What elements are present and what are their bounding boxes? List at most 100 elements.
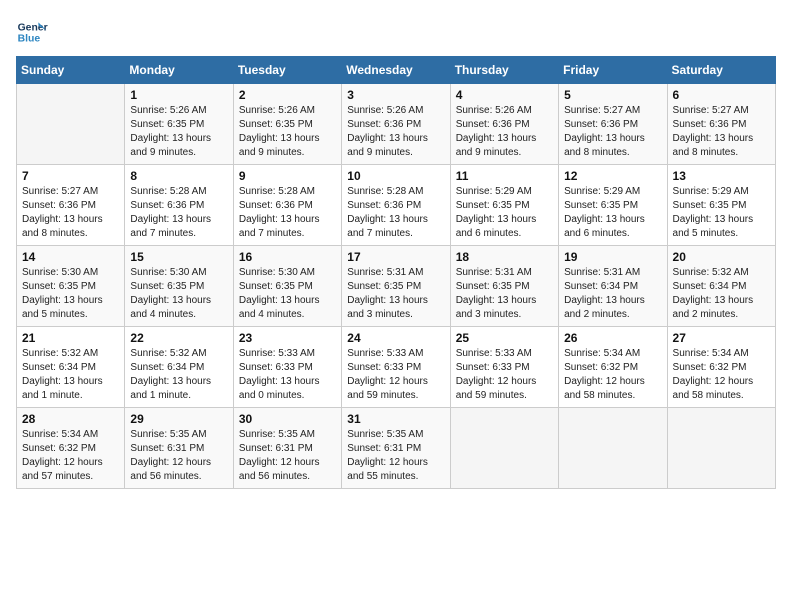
day-info: Sunrise: 5:31 AM Sunset: 6:34 PM Dayligh… (564, 266, 661, 322)
day-info: Sunrise: 5:33 AM Sunset: 6:33 PM Dayligh… (347, 347, 444, 403)
day-info: Sunrise: 5:29 AM Sunset: 6:35 PM Dayligh… (673, 185, 770, 241)
day-number: 29 (130, 412, 227, 426)
day-info: Sunrise: 5:35 AM Sunset: 6:31 PM Dayligh… (347, 428, 444, 484)
calendar-week-row: 28 Sunrise: 5:34 AM Sunset: 6:32 PM Dayli… (17, 408, 776, 489)
calendar-week-row: 7 Sunrise: 5:27 AM Sunset: 6:36 PM Daylig… (17, 165, 776, 246)
calendar-week-row: 14 Sunrise: 5:30 AM Sunset: 6:35 PM Dayli… (17, 246, 776, 327)
calendar-cell: 10 Sunrise: 5:28 AM Sunset: 6:36 PM Dayli… (342, 165, 450, 246)
day-number: 15 (130, 250, 227, 264)
day-number: 23 (239, 331, 336, 345)
calendar-cell: 17 Sunrise: 5:31 AM Sunset: 6:35 PM Dayli… (342, 246, 450, 327)
calendar-cell: 19 Sunrise: 5:31 AM Sunset: 6:34 PM Dayli… (559, 246, 667, 327)
calendar-cell (559, 408, 667, 489)
calendar-header: SundayMondayTuesdayWednesdayThursdayFrid… (17, 57, 776, 84)
day-number: 25 (456, 331, 553, 345)
day-number: 16 (239, 250, 336, 264)
day-number: 18 (456, 250, 553, 264)
day-number: 5 (564, 88, 661, 102)
day-info: Sunrise: 5:32 AM Sunset: 6:34 PM Dayligh… (22, 347, 119, 403)
day-number: 8 (130, 169, 227, 183)
day-number: 21 (22, 331, 119, 345)
day-number: 4 (456, 88, 553, 102)
day-number: 27 (673, 331, 770, 345)
day-number: 24 (347, 331, 444, 345)
day-info: Sunrise: 5:30 AM Sunset: 6:35 PM Dayligh… (22, 266, 119, 322)
day-info: Sunrise: 5:29 AM Sunset: 6:35 PM Dayligh… (456, 185, 553, 241)
day-info: Sunrise: 5:32 AM Sunset: 6:34 PM Dayligh… (673, 266, 770, 322)
day-info: Sunrise: 5:35 AM Sunset: 6:31 PM Dayligh… (239, 428, 336, 484)
calendar-cell (450, 408, 558, 489)
calendar-cell (17, 84, 125, 165)
day-number: 10 (347, 169, 444, 183)
calendar-cell (667, 408, 775, 489)
logo-icon: General Blue (16, 16, 48, 48)
weekday-header: Sunday (17, 57, 125, 84)
weekday-header: Tuesday (233, 57, 341, 84)
day-info: Sunrise: 5:27 AM Sunset: 6:36 PM Dayligh… (22, 185, 119, 241)
day-number: 20 (673, 250, 770, 264)
day-info: Sunrise: 5:27 AM Sunset: 6:36 PM Dayligh… (673, 104, 770, 160)
page-header: General Blue (16, 16, 776, 48)
day-number: 31 (347, 412, 444, 426)
day-info: Sunrise: 5:26 AM Sunset: 6:35 PM Dayligh… (130, 104, 227, 160)
day-info: Sunrise: 5:34 AM Sunset: 6:32 PM Dayligh… (22, 428, 119, 484)
weekday-header: Friday (559, 57, 667, 84)
calendar-cell: 6 Sunrise: 5:27 AM Sunset: 6:36 PM Daylig… (667, 84, 775, 165)
day-number: 6 (673, 88, 770, 102)
calendar-cell: 12 Sunrise: 5:29 AM Sunset: 6:35 PM Dayli… (559, 165, 667, 246)
calendar-cell: 28 Sunrise: 5:34 AM Sunset: 6:32 PM Dayli… (17, 408, 125, 489)
calendar-cell: 5 Sunrise: 5:27 AM Sunset: 6:36 PM Daylig… (559, 84, 667, 165)
day-number: 1 (130, 88, 227, 102)
day-number: 19 (564, 250, 661, 264)
day-number: 30 (239, 412, 336, 426)
day-number: 26 (564, 331, 661, 345)
day-number: 3 (347, 88, 444, 102)
day-info: Sunrise: 5:33 AM Sunset: 6:33 PM Dayligh… (239, 347, 336, 403)
day-info: Sunrise: 5:34 AM Sunset: 6:32 PM Dayligh… (673, 347, 770, 403)
calendar-week-row: 1 Sunrise: 5:26 AM Sunset: 6:35 PM Daylig… (17, 84, 776, 165)
calendar-cell: 27 Sunrise: 5:34 AM Sunset: 6:32 PM Dayli… (667, 327, 775, 408)
calendar-cell: 16Sunrise: 5:30 AM Sunset: 6:35 PM Dayli… (233, 246, 341, 327)
calendar-cell: 31 Sunrise: 5:35 AM Sunset: 6:31 PM Dayli… (342, 408, 450, 489)
calendar-cell: 30 Sunrise: 5:35 AM Sunset: 6:31 PM Dayli… (233, 408, 341, 489)
calendar-cell: 25Sunrise: 5:33 AM Sunset: 6:33 PM Dayli… (450, 327, 558, 408)
calendar-cell: 21 Sunrise: 5:32 AM Sunset: 6:34 PM Dayli… (17, 327, 125, 408)
calendar-cell: 7 Sunrise: 5:27 AM Sunset: 6:36 PM Daylig… (17, 165, 125, 246)
day-info: Sunrise: 5:31 AM Sunset: 6:35 PM Dayligh… (456, 266, 553, 322)
day-number: 12 (564, 169, 661, 183)
calendar-cell: 2Sunrise: 5:26 AM Sunset: 6:35 PM Daylig… (233, 84, 341, 165)
calendar-cell: 9Sunrise: 5:28 AM Sunset: 6:36 PM Daylig… (233, 165, 341, 246)
day-info: Sunrise: 5:28 AM Sunset: 6:36 PM Dayligh… (347, 185, 444, 241)
day-number: 14 (22, 250, 119, 264)
calendar-cell: 14 Sunrise: 5:30 AM Sunset: 6:35 PM Dayli… (17, 246, 125, 327)
weekday-header: Thursday (450, 57, 558, 84)
day-info: Sunrise: 5:32 AM Sunset: 6:34 PM Dayligh… (130, 347, 227, 403)
calendar-cell: 20 Sunrise: 5:32 AM Sunset: 6:34 PM Dayli… (667, 246, 775, 327)
day-number: 11 (456, 169, 553, 183)
day-info: Sunrise: 5:35 AM Sunset: 6:31 PM Dayligh… (130, 428, 227, 484)
calendar-cell: 8 Sunrise: 5:28 AM Sunset: 6:36 PM Daylig… (125, 165, 233, 246)
day-number: 22 (130, 331, 227, 345)
day-info: Sunrise: 5:28 AM Sunset: 6:36 PM Dayligh… (130, 185, 227, 241)
calendar-cell: 22 Sunrise: 5:32 AM Sunset: 6:34 PM Dayli… (125, 327, 233, 408)
calendar-cell: 29 Sunrise: 5:35 AM Sunset: 6:31 PM Dayli… (125, 408, 233, 489)
day-number: 7 (22, 169, 119, 183)
logo: General Blue (16, 16, 48, 48)
calendar-cell: 26 Sunrise: 5:34 AM Sunset: 6:32 PM Dayli… (559, 327, 667, 408)
calendar-cell: 18 Sunrise: 5:31 AM Sunset: 6:35 PM Dayli… (450, 246, 558, 327)
day-info: Sunrise: 5:29 AM Sunset: 6:35 PM Dayligh… (564, 185, 661, 241)
day-number: 28 (22, 412, 119, 426)
day-number: 13 (673, 169, 770, 183)
calendar-cell: 24 Sunrise: 5:33 AM Sunset: 6:33 PM Dayli… (342, 327, 450, 408)
weekday-header: Saturday (667, 57, 775, 84)
calendar-cell: 15Sunrise: 5:30 AM Sunset: 6:35 PM Dayli… (125, 246, 233, 327)
day-number: 17 (347, 250, 444, 264)
day-info: Sunrise: 5:34 AM Sunset: 6:32 PM Dayligh… (564, 347, 661, 403)
day-info: Sunrise: 5:27 AM Sunset: 6:36 PM Dayligh… (564, 104, 661, 160)
calendar-cell: 3Sunrise: 5:26 AM Sunset: 6:36 PM Daylig… (342, 84, 450, 165)
day-info: Sunrise: 5:31 AM Sunset: 6:35 PM Dayligh… (347, 266, 444, 322)
day-info: Sunrise: 5:28 AM Sunset: 6:36 PM Dayligh… (239, 185, 336, 241)
day-info: Sunrise: 5:26 AM Sunset: 6:36 PM Dayligh… (456, 104, 553, 160)
day-number: 2 (239, 88, 336, 102)
calendar-cell: 1 Sunrise: 5:26 AM Sunset: 6:35 PM Daylig… (125, 84, 233, 165)
